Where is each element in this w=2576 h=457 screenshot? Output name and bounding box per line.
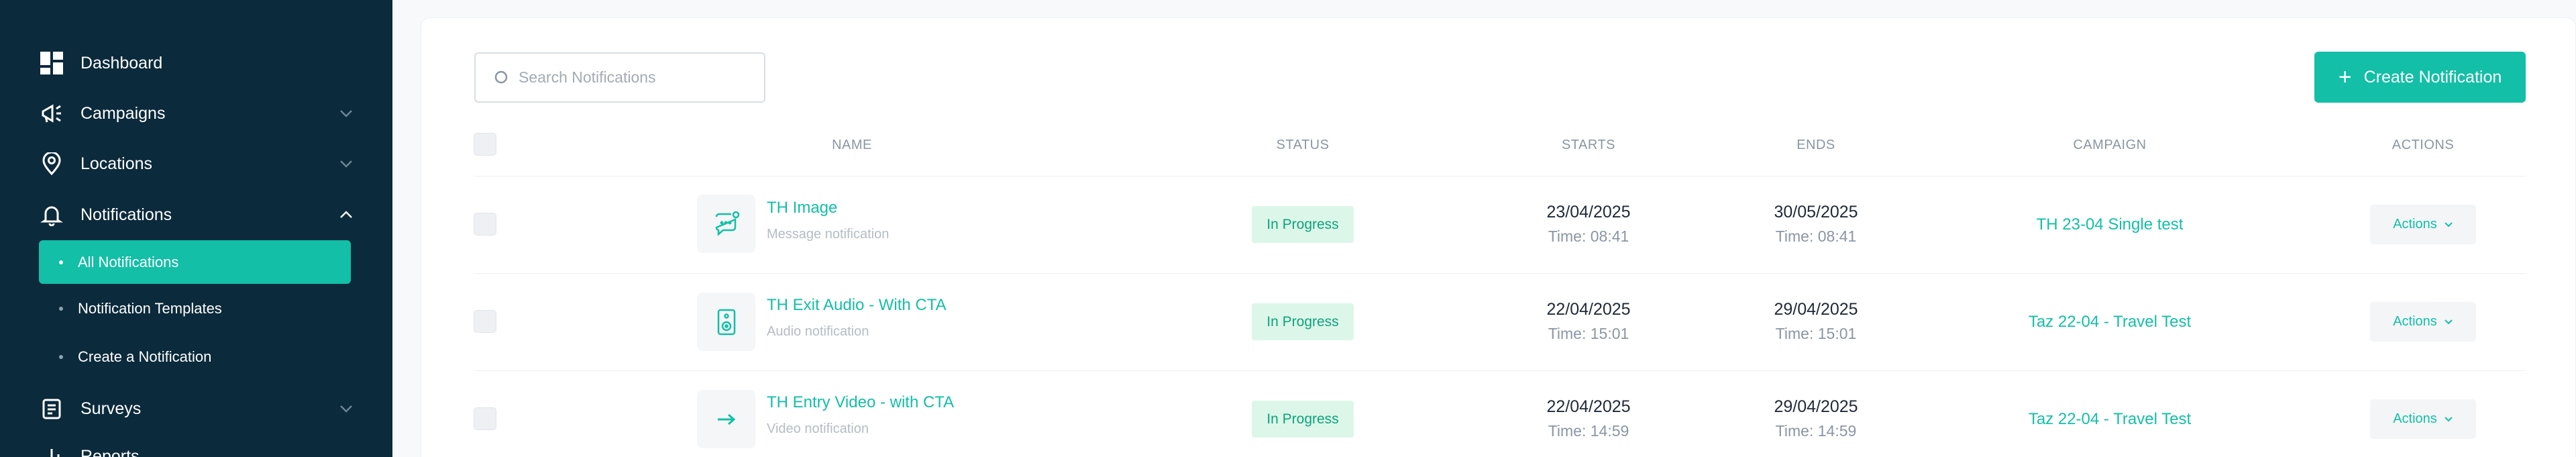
notification-title-link[interactable]: TH Entry Video - with CTA xyxy=(767,393,954,412)
status-badge: In Progress xyxy=(1252,303,1354,340)
sidebar-item-label: Campaigns xyxy=(80,103,166,123)
end-date: 29/04/2025 xyxy=(1774,300,1858,319)
actions-label: Actions xyxy=(2393,217,2437,232)
sidebar-item-label: Notifications xyxy=(80,205,172,224)
plus-icon: + xyxy=(2338,64,2352,90)
campaign-link[interactable]: TH 23-04 Single test xyxy=(1976,215,2244,234)
select-all-checkbox[interactable] xyxy=(474,133,496,156)
sidebar-subitem-create-notification[interactable]: Create a Notification xyxy=(39,342,351,372)
end-date: 30/05/2025 xyxy=(1774,203,1858,221)
start-date: 22/04/2025 xyxy=(1546,397,1631,416)
column-header-name[interactable]: NAME xyxy=(785,138,919,153)
column-header-actions[interactable]: ACTIONS xyxy=(2356,138,2490,153)
column-header-campaign[interactable]: CAMPAIGN xyxy=(2043,138,2177,153)
actions-dropdown[interactable]: Actions xyxy=(2370,399,2476,439)
start-date: 23/04/2025 xyxy=(1546,203,1631,221)
bullet-icon xyxy=(59,260,63,264)
sidebar-item-reports[interactable]: Reports xyxy=(39,442,354,457)
search-icon xyxy=(494,70,509,85)
chevron-up-icon xyxy=(338,207,354,223)
start-time: Time: 08:41 xyxy=(1548,227,1629,245)
bullet-icon xyxy=(59,355,63,359)
column-header-status[interactable]: STATUS xyxy=(1236,138,1370,153)
chevron-down-icon xyxy=(2444,220,2453,230)
campaign-link[interactable]: Taz 22-04 - Travel Test xyxy=(1976,410,2244,429)
sidebar-item-label: Reports xyxy=(80,446,140,457)
megaphone-icon xyxy=(39,101,64,126)
notification-type: Audio notification xyxy=(767,324,869,339)
message-icon xyxy=(697,195,755,253)
chevron-down-icon xyxy=(338,105,354,121)
survey-icon xyxy=(39,396,64,421)
sidebar-subitem-label: Notification Templates xyxy=(78,300,222,317)
start-date: 22/04/2025 xyxy=(1546,300,1631,319)
location-pin-icon xyxy=(39,151,64,176)
arrow-right-icon xyxy=(697,390,755,448)
sidebar-item-label: Locations xyxy=(80,154,153,173)
divider xyxy=(474,273,2526,274)
search-input[interactable] xyxy=(519,68,760,87)
row-checkbox[interactable] xyxy=(474,407,496,430)
speaker-icon xyxy=(697,293,755,351)
status-badge: In Progress xyxy=(1252,206,1354,243)
sidebar-subitem-label: All Notifications xyxy=(78,253,179,270)
actions-dropdown[interactable]: Actions xyxy=(2370,302,2476,342)
end-time: Time: 15:01 xyxy=(1775,325,1857,342)
column-header-ends[interactable]: ENDS xyxy=(1749,138,1883,153)
bell-icon xyxy=(39,202,64,227)
actions-label: Actions xyxy=(2393,411,2437,426)
report-icon xyxy=(39,444,64,457)
sidebar-subitem-label: Create a Notification xyxy=(78,348,212,365)
campaign-link[interactable]: Taz 22-04 - Travel Test xyxy=(1976,313,2244,332)
column-header-starts[interactable]: STARTS xyxy=(1521,138,1656,153)
end-date: 29/04/2025 xyxy=(1774,397,1858,416)
status-badge: In Progress xyxy=(1252,401,1354,438)
sidebar-item-dashboard[interactable]: Dashboard xyxy=(39,48,354,78)
sidebar-item-notifications[interactable]: Notifications xyxy=(39,200,354,230)
start-time: Time: 14:59 xyxy=(1548,422,1629,440)
start-time: Time: 15:01 xyxy=(1548,325,1629,342)
sidebar-subitem-all-notifications[interactable]: All Notifications xyxy=(39,240,351,284)
chevron-down-icon xyxy=(338,401,354,417)
actions-label: Actions xyxy=(2393,314,2437,329)
sidebar-item-label: Surveys xyxy=(80,399,142,418)
search-box[interactable] xyxy=(474,52,765,103)
sidebar-item-label: Dashboard xyxy=(80,53,163,72)
bullet-icon xyxy=(59,307,63,311)
sidebar-item-locations[interactable]: Locations xyxy=(39,149,354,179)
create-notification-label: Create Notification xyxy=(2363,67,2502,87)
notification-title-link[interactable]: TH Exit Audio - With CTA xyxy=(767,296,947,315)
create-notification-button[interactable]: + Create Notification xyxy=(2314,52,2526,103)
chevron-down-icon xyxy=(2444,317,2453,327)
notification-type: Message notification xyxy=(767,227,890,242)
actions-dropdown[interactable]: Actions xyxy=(2370,205,2476,244)
divider xyxy=(474,370,2526,371)
notification-title-link[interactable]: TH Image xyxy=(767,199,837,217)
chevron-down-icon xyxy=(338,156,354,172)
sidebar: Dashboard Campaigns Locations Notificati… xyxy=(0,0,392,457)
dashboard-icon xyxy=(39,50,64,76)
sidebar-subitem-notification-templates[interactable]: Notification Templates xyxy=(39,294,351,323)
sidebar-item-campaigns[interactable]: Campaigns xyxy=(39,99,354,128)
notification-type: Video notification xyxy=(767,421,869,436)
row-checkbox[interactable] xyxy=(474,213,496,236)
row-checkbox[interactable] xyxy=(474,310,496,333)
chevron-down-icon xyxy=(2444,415,2453,424)
end-time: Time: 08:41 xyxy=(1775,227,1857,245)
end-time: Time: 14:59 xyxy=(1775,422,1857,440)
sidebar-item-surveys[interactable]: Surveys xyxy=(39,394,354,423)
